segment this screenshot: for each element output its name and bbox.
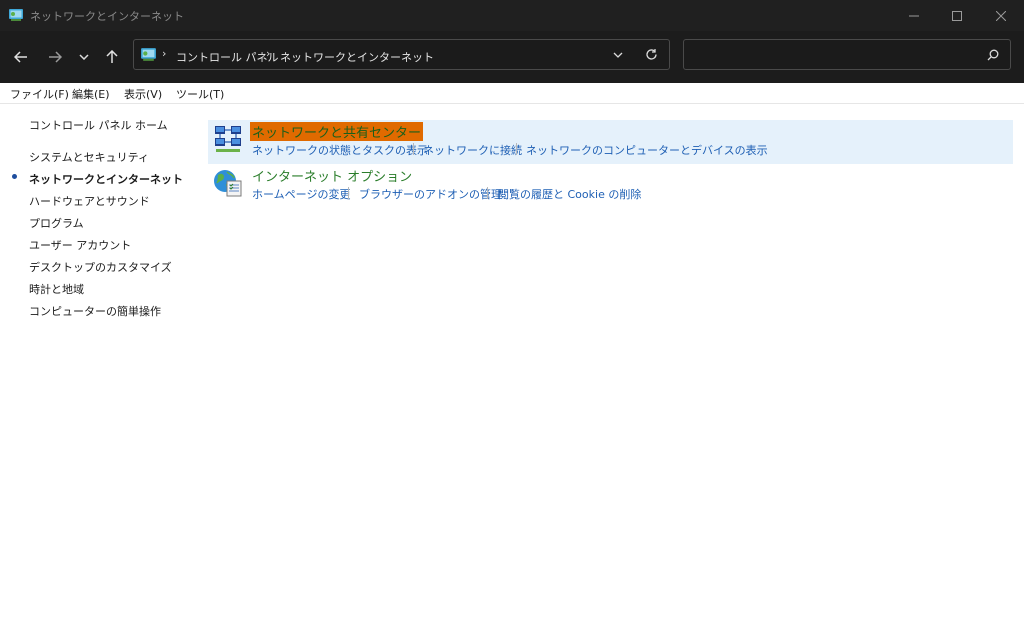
link-connect-to-network[interactable]: ネットワークに接続: [423, 142, 522, 158]
link-view-network-computers[interactable]: ネットワークのコンピューターとデバイスの表示: [526, 142, 768, 158]
arrow-up-icon: [106, 50, 118, 63]
breadcrumb-control-panel[interactable]: コントロール パネル: [176, 49, 279, 65]
sidebar-item-system-security[interactable]: システムとセキュリティ: [29, 149, 149, 165]
current-item-bullet: [12, 174, 17, 179]
link-manage-addons[interactable]: ブラウザーのアドオンの管理: [359, 186, 502, 202]
menu-edit[interactable]: 編集(E): [72, 86, 110, 102]
menu-file[interactable]: ファイル(F): [10, 86, 69, 102]
title-bar[interactable]: ネットワークとインターネット: [0, 0, 1024, 31]
navigation-bar: › コントロール パネル › ネットワークとインターネット: [0, 31, 1024, 83]
window-title: ネットワークとインターネット: [30, 10, 184, 23]
category-title-internet-options[interactable]: インターネット オプション: [252, 166, 412, 185]
internet-options-icon: [214, 170, 242, 197]
breadcrumb-separator[interactable]: ›: [162, 47, 166, 60]
minimize-button[interactable]: [891, 0, 937, 31]
search-icon: [987, 49, 999, 61]
breadcrumb-network-internet[interactable]: ネットワークとインターネット: [280, 49, 434, 65]
link-change-homepage[interactable]: ホームページの変更: [252, 186, 350, 202]
refresh-icon[interactable]: [645, 48, 658, 61]
breadcrumb-separator[interactable]: ›: [266, 47, 270, 60]
forward-button[interactable]: [43, 45, 67, 69]
sidebar-item-hardware-sound[interactable]: ハードウェアとサウンド: [29, 193, 150, 209]
link-separator: [487, 187, 488, 199]
chevron-down-icon: [79, 54, 89, 60]
minimize-icon: [909, 15, 919, 16]
link-delete-history-cookies[interactable]: 閲覧の履歴と Cookie の削除: [498, 186, 641, 202]
link-separator: [348, 187, 349, 199]
sidebar-item-programs[interactable]: プログラム: [29, 215, 84, 231]
category-title-network-sharing-center[interactable]: ネットワークと共有センター: [250, 122, 424, 141]
sidebar-item-network-internet[interactable]: ネットワークとインターネット: [29, 171, 183, 187]
menu-view[interactable]: 表示(V): [124, 86, 162, 102]
address-bar[interactable]: › コントロール パネル › ネットワークとインターネット: [133, 39, 670, 70]
close-button[interactable]: [978, 0, 1024, 31]
back-button[interactable]: [9, 45, 33, 69]
sidebar-item-clock-region[interactable]: 時計と地域: [29, 281, 84, 297]
sidebar-item-appearance[interactable]: デスクトップのカスタマイズ: [29, 259, 172, 275]
recent-locations-button[interactable]: [72, 45, 96, 69]
category-internet-options[interactable]: インターネット オプション ホームページの変更 ブラウザーのアドオンの管理 閲覧…: [208, 164, 1013, 204]
up-button[interactable]: [100, 45, 124, 69]
arrow-left-icon: [14, 51, 27, 63]
menu-bar: ファイル(F) 編集(E) 表示(V) ツール(T): [0, 83, 1024, 104]
control-panel-app-icon: [9, 9, 23, 21]
control-panel-window: ネットワークとインターネット › コントロール パネル › ネットワークとインタ…: [0, 0, 1024, 642]
network-sharing-center-icon: [215, 126, 241, 152]
category-network-sharing-center[interactable]: ネットワークと共有センター ネットワークの状態とタスクの表示 ネットワークに接続…: [208, 120, 1013, 164]
address-history-chevron-icon[interactable]: [613, 52, 623, 58]
close-icon: [996, 10, 1006, 21]
sidebar-item-ease-of-access[interactable]: コンピューターの簡単操作: [29, 303, 161, 319]
control-panel-icon: [141, 48, 156, 61]
menu-tools[interactable]: ツール(T): [176, 86, 224, 102]
sidebar-item-user-accounts[interactable]: ユーザー アカウント: [29, 237, 131, 253]
search-input[interactable]: [688, 44, 972, 66]
search-box[interactable]: [683, 39, 1011, 70]
maximize-icon: [952, 10, 962, 21]
sidebar-item-control-panel-home[interactable]: コントロール パネル ホーム: [29, 117, 168, 133]
maximize-button[interactable]: [934, 0, 980, 31]
link-view-network-status[interactable]: ネットワークの状態とタスクの表示: [252, 142, 428, 158]
link-separator: [516, 143, 517, 155]
arrow-right-icon: [49, 51, 62, 63]
link-separator: [413, 143, 414, 155]
